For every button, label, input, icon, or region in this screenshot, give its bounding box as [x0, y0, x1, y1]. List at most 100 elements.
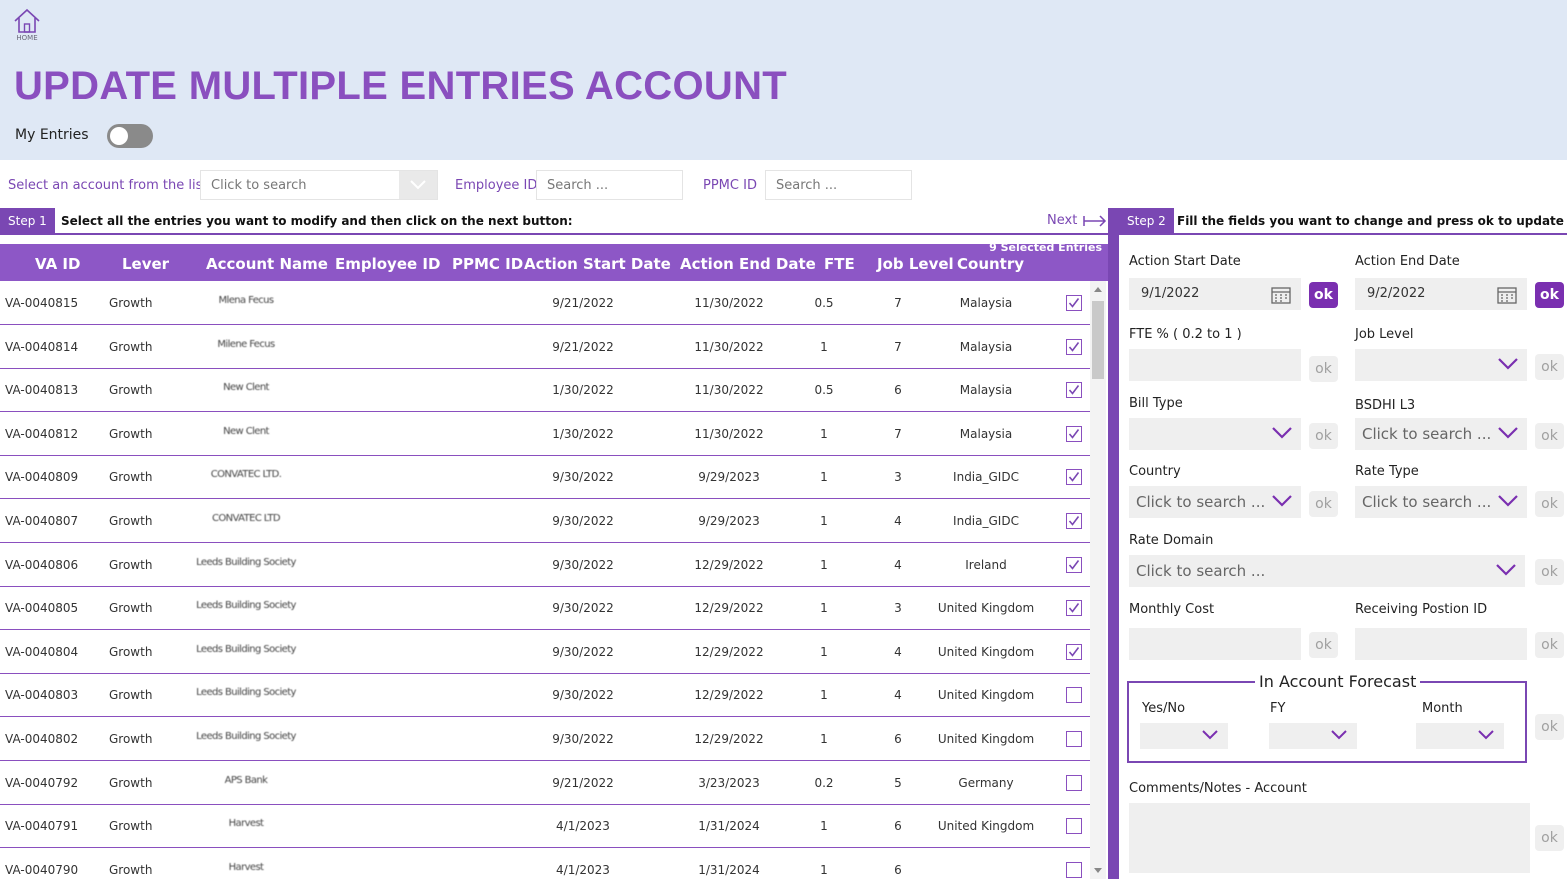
cell-country: Malaysia: [959, 296, 1013, 310]
column-action-start-date[interactable]: Action Start Date: [524, 255, 671, 273]
cell-fte: 1: [820, 862, 828, 877]
comments-ok-button[interactable]: ok: [1535, 825, 1564, 851]
row-select-checkbox[interactable]: [1066, 513, 1082, 529]
cell-job-level: 7: [894, 426, 902, 441]
cell-job-level: 7: [894, 296, 902, 310]
table-row[interactable]: VA-0040807 Growth CONVATEC LTD 9/30/2022 9/2…: [0, 499, 1090, 543]
cell-job-level: 6: [894, 383, 902, 398]
forecast-ok-button[interactable]: ok: [1535, 714, 1564, 740]
account-search-combobox[interactable]: Click to search: [200, 170, 438, 200]
account-dropdown-button[interactable]: [399, 171, 437, 199]
table-row[interactable]: VA-0040791 Growth Harvest 4/1/2023 1/31/2024…: [0, 804, 1090, 849]
table-row[interactable]: VA-0040802 Growth Leeds Building Society 9/…: [0, 717, 1090, 761]
table-row[interactable]: VA-0040815 Growth Mlena Fecus 9/21/2022 11/3…: [0, 281, 1090, 325]
forecast-yesno-dropdown[interactable]: [1140, 723, 1228, 749]
action-start-date-picker[interactable]: 9/1/2022: [1129, 278, 1301, 310]
column-ppmc-id[interactable]: PPMC ID: [452, 255, 523, 273]
job-level-dropdown[interactable]: [1355, 349, 1527, 381]
row-select-checkbox[interactable]: [1066, 469, 1082, 486]
bill-type-ok-button[interactable]: ok: [1309, 423, 1338, 449]
account-filter-label: Select an account from the list: [8, 178, 208, 193]
rate-type-combobox[interactable]: Click to search ...: [1355, 486, 1527, 518]
table-scrollbar[interactable]: [1090, 281, 1106, 879]
scroll-up-arrow-icon[interactable]: [1094, 287, 1102, 292]
table-row[interactable]: VA-0040805 Growth Leeds Building Society 9/…: [0, 586, 1090, 631]
calendar-icon[interactable]: [1271, 286, 1291, 304]
bsdhi-l3-combobox[interactable]: Click to search ...: [1355, 418, 1527, 450]
bill-type-dropdown[interactable]: [1129, 418, 1301, 450]
column-employee-id[interactable]: Employee ID: [335, 255, 440, 273]
country-combobox[interactable]: Click to search ...: [1129, 486, 1301, 518]
fte-ok-button[interactable]: ok: [1309, 356, 1338, 382]
receiving-position-input[interactable]: [1355, 628, 1527, 660]
action-end-date-label: Action End Date: [1355, 254, 1460, 269]
cell-account-name: Leeds Building Society: [196, 643, 296, 655]
column-va-id[interactable]: VA ID: [35, 255, 80, 273]
checkmark-icon: [1068, 385, 1080, 395]
table-row[interactable]: VA-0040806 Growth Leeds Building Society 9/…: [0, 543, 1090, 587]
column-lever[interactable]: Lever: [122, 255, 169, 273]
my-entries-label: My Entries: [15, 127, 89, 143]
scroll-thumb[interactable]: [1092, 301, 1104, 379]
rate-domain-ok-button[interactable]: ok: [1535, 559, 1564, 585]
column-account-name[interactable]: Account Name: [206, 255, 328, 273]
row-select-checkbox[interactable]: [1066, 600, 1082, 617]
column-country[interactable]: Country: [957, 255, 1024, 273]
action-end-date-picker[interactable]: 9/2/2022: [1355, 278, 1527, 310]
ppmc-id-search-input[interactable]: Search ...: [765, 170, 912, 200]
row-select-checkbox[interactable]: [1066, 774, 1082, 791]
row-select-checkbox[interactable]: [1066, 643, 1082, 660]
table-row[interactable]: VA-0040790 Growth Harvest 4/1/2023 1/31/2024…: [0, 848, 1090, 879]
column-action-end-date[interactable]: Action End Date: [680, 255, 816, 273]
rate-domain-placeholder: Click to search ...: [1136, 562, 1266, 580]
table-row[interactable]: VA-0040804 Growth Leeds Building Society 9/…: [0, 630, 1090, 674]
rate-domain-combobox[interactable]: Click to search ...: [1129, 555, 1525, 587]
monthly-cost-ok-button[interactable]: ok: [1309, 632, 1338, 658]
row-select-checkbox[interactable]: [1066, 425, 1082, 442]
column-fte[interactable]: FTE: [824, 255, 855, 273]
receiving-position-label: Receiving Postion ID: [1355, 602, 1488, 617]
cell-lever: Growth: [109, 514, 153, 528]
row-select-checkbox[interactable]: [1066, 382, 1082, 399]
cell-fte: 1: [820, 644, 828, 659]
action-end-ok-button[interactable]: ok: [1535, 282, 1564, 308]
my-entries-toggle[interactable]: [107, 124, 153, 148]
cell-action-start-date: 9/30/2022: [552, 514, 614, 528]
row-select-checkbox[interactable]: [1066, 556, 1082, 573]
row-select-checkbox[interactable]: [1066, 295, 1082, 311]
row-select-checkbox[interactable]: [1066, 818, 1082, 835]
row-select-checkbox[interactable]: [1066, 731, 1082, 747]
receiving-position-ok-button[interactable]: ok: [1535, 632, 1564, 658]
cell-action-end-date: 9/29/2023: [698, 470, 760, 485]
cell-action-end-date: 3/23/2023: [698, 775, 760, 790]
cell-fte: 1: [820, 732, 828, 746]
table-row[interactable]: VA-0040814 Growth Milene Fecus 9/21/2022 11/…: [0, 325, 1090, 369]
comments-textarea[interactable]: [1129, 803, 1530, 873]
job-level-ok-button[interactable]: ok: [1535, 354, 1564, 380]
fte-input[interactable]: [1129, 349, 1301, 381]
country-ok-button[interactable]: ok: [1309, 491, 1338, 517]
table-row[interactable]: VA-0040792 Growth APS Bank 9/21/2022 3/23/20…: [0, 761, 1090, 805]
forecast-month-dropdown[interactable]: [1416, 723, 1504, 749]
chevron-down-icon: [1331, 730, 1347, 740]
forecast-fy-dropdown[interactable]: [1269, 723, 1357, 749]
table-row[interactable]: VA-0040803 Growth Leeds Building Society 9/…: [0, 673, 1090, 718]
next-button[interactable]: Next: [1047, 213, 1107, 228]
employee-id-search-input[interactable]: Search ...: [536, 170, 683, 200]
scroll-down-arrow-icon[interactable]: [1094, 868, 1102, 873]
table-row[interactable]: VA-0040809 Growth CONVATEC LTD. 9/30/2022 9/…: [0, 455, 1090, 500]
cell-action-start-date: 9/21/2022: [552, 296, 614, 310]
row-select-checkbox[interactable]: [1066, 338, 1082, 355]
calendar-icon[interactable]: [1497, 286, 1517, 304]
rate-type-ok-button[interactable]: ok: [1535, 491, 1564, 517]
table-row[interactable]: VA-0040813 Growth New Clent 1/30/2022 11/30/…: [0, 368, 1090, 413]
cell-job-level: 3: [894, 601, 902, 616]
column-job-level[interactable]: Job Level: [877, 255, 954, 273]
row-select-checkbox[interactable]: [1066, 687, 1082, 704]
bsdhi-l3-ok-button[interactable]: ok: [1535, 423, 1564, 449]
row-select-checkbox[interactable]: [1066, 861, 1082, 878]
table-row[interactable]: VA-0040812 Growth New Clent 1/30/2022 11/30/…: [0, 412, 1090, 456]
home-button[interactable]: HOME: [9, 8, 45, 42]
action-start-ok-button[interactable]: ok: [1309, 282, 1338, 308]
monthly-cost-input[interactable]: [1129, 628, 1301, 660]
